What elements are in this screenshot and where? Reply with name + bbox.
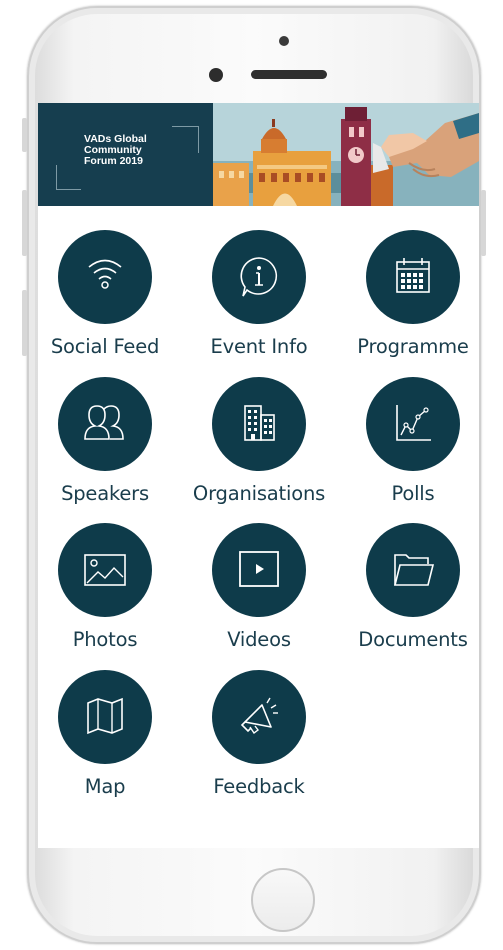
- social-feed-circle: [58, 230, 152, 324]
- polls-label: Polls: [391, 482, 435, 505]
- tile-social-feed[interactable]: Social Feed: [38, 227, 168, 358]
- tile-photos[interactable]: Photos: [38, 520, 168, 651]
- tile-videos[interactable]: Videos: [192, 520, 322, 651]
- banner-title-panel: VADs Global Community Forum 2019: [38, 103, 213, 206]
- earpiece-speaker: [251, 70, 327, 79]
- chart-icon: [396, 405, 431, 441]
- tile-documents[interactable]: Documents: [346, 520, 476, 651]
- event-banner: VADs Global Community Forum 2019: [38, 103, 479, 206]
- megaphone-icon: [240, 697, 278, 735]
- wifi-icon: [88, 259, 122, 289]
- tile-event-info[interactable]: Event Info: [192, 227, 322, 358]
- photos-circle: [58, 523, 152, 617]
- feedback-label: Feedback: [213, 775, 305, 798]
- programme-circle: [366, 230, 460, 324]
- tile-programme[interactable]: Programme: [346, 227, 476, 358]
- app-screen: VADs Global Community Forum 2019 Social …: [38, 103, 479, 848]
- photos-label: Photos: [72, 628, 138, 651]
- video-play-icon: [239, 551, 279, 587]
- image-icon: [84, 554, 126, 586]
- organisations-label: Organisations: [192, 482, 326, 505]
- tile-polls[interactable]: Polls: [346, 374, 476, 505]
- volume-up-button[interactable]: [22, 190, 27, 256]
- videos-circle: [212, 523, 306, 617]
- calendar-icon: [396, 258, 430, 293]
- home-button[interactable]: [251, 868, 315, 932]
- people-icon: [84, 405, 124, 440]
- banner-title-line-3: Forum 2019: [84, 155, 143, 167]
- tile-organisations[interactable]: Organisations: [192, 374, 325, 505]
- building-icon: [244, 405, 275, 441]
- folder-icon: [393, 554, 435, 586]
- polls-circle: [366, 377, 460, 471]
- map-circle: [58, 670, 152, 764]
- banner-title: VADs Global Community Forum 2019: [84, 134, 194, 167]
- speakers-label: Speakers: [61, 482, 149, 505]
- map-label: Map: [84, 775, 126, 798]
- event-info-label: Event Info: [210, 335, 308, 358]
- banner-corner-bottom: [56, 165, 81, 190]
- documents-circle: [366, 523, 460, 617]
- tile-map[interactable]: Map: [38, 667, 168, 798]
- mute-switch[interactable]: [22, 118, 27, 152]
- info-icon: [240, 257, 278, 297]
- map-icon: [87, 697, 123, 735]
- speakers-circle: [58, 377, 152, 471]
- tile-feedback[interactable]: Feedback: [192, 667, 322, 798]
- event-info-circle: [212, 230, 306, 324]
- social-feed-label: Social Feed: [50, 335, 160, 358]
- volume-down-button[interactable]: [22, 290, 27, 356]
- front-camera: [209, 68, 223, 82]
- documents-label: Documents: [358, 628, 468, 651]
- feedback-circle: [212, 670, 306, 764]
- programme-label: Programme: [357, 335, 469, 358]
- camera-dot: [279, 36, 289, 46]
- videos-label: Videos: [227, 628, 291, 651]
- tile-speakers[interactable]: Speakers: [38, 374, 168, 505]
- organisations-circle: [212, 377, 306, 471]
- power-button[interactable]: [481, 190, 486, 256]
- banner-illustration: [213, 103, 479, 206]
